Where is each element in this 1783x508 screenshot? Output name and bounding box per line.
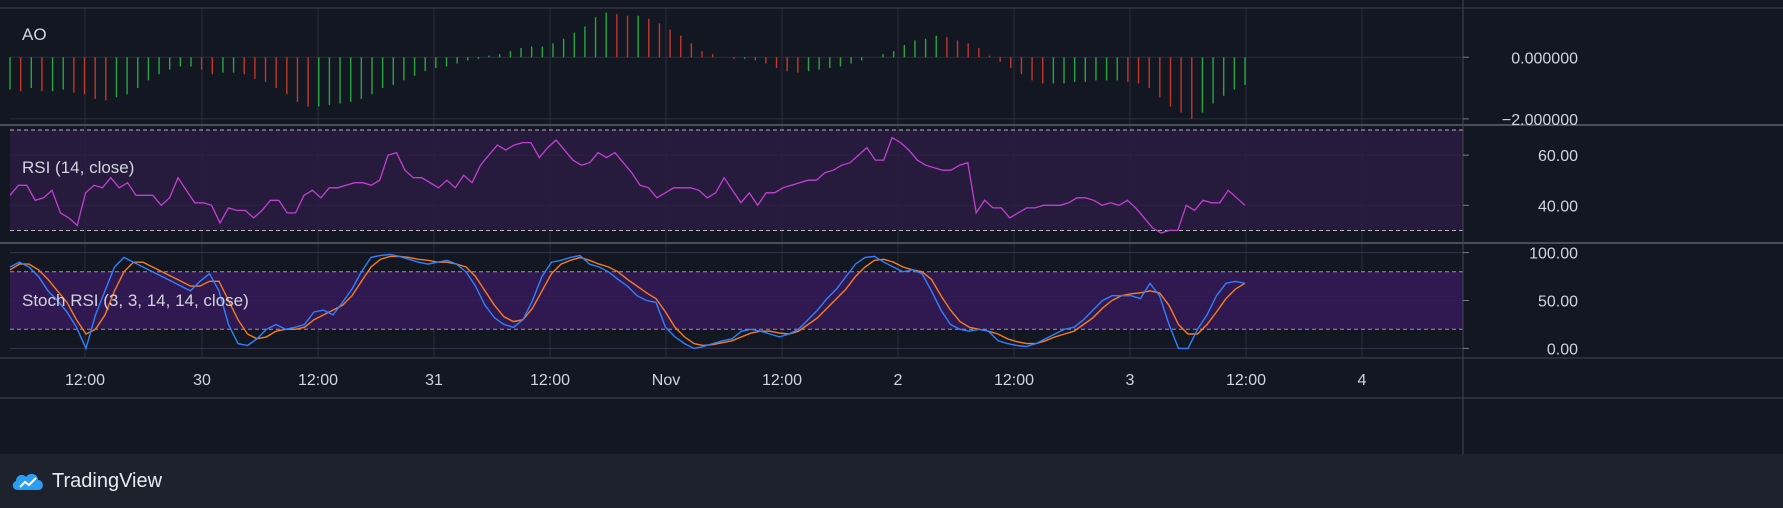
brand-name: TradingView <box>52 469 163 492</box>
chart-stage: 12:00 30 12:00 31 12:00 Nov 12:00 2 12:00 3 12:00 4… <box>0 0 1783 508</box>
cloud-icon <box>12 473 43 490</box>
x-tick-label: 12:00 <box>530 372 570 389</box>
stoch-y-tick-label: 50.00 <box>1538 294 1578 311</box>
x-tick-label: 12:00 <box>1226 372 1266 389</box>
x-tick-label: 12:00 <box>298 372 338 389</box>
ao-bars <box>9 12 1246 119</box>
ao-pane-label: AO <box>22 25 47 44</box>
stoch-y-tick-label: 0.00 <box>1547 341 1578 358</box>
rsi-y-tick-label: 40.00 <box>1538 198 1578 215</box>
indicator-chart[interactable]: 12:00 30 12:00 31 12:00 Nov 12:00 2 12:00 3 12:00 4… <box>0 0 1783 454</box>
x-tick-label: 12:00 <box>762 372 802 389</box>
x-tick-label: 12:00 <box>994 372 1034 389</box>
rsi-band-fill <box>10 130 1463 231</box>
ao-y-tick-label: 0.000000 <box>1511 50 1578 67</box>
x-tick-label: Nov <box>652 372 680 389</box>
rsi-y-tick-label: 60.00 <box>1538 148 1578 165</box>
footer-bar <box>0 454 1783 508</box>
x-tick-label: 4 <box>1358 372 1367 389</box>
x-tick-label: 30 <box>193 372 211 389</box>
tradingview-logo[interactable]: TradingView <box>10 468 162 494</box>
ao-y-tick-label: −2.000000 <box>1502 112 1578 129</box>
stoch-pane-label: Stoch RSI (3, 3, 14, 14, close) <box>22 291 249 310</box>
x-tick-label: 3 <box>1126 372 1135 389</box>
rsi-pane-label: RSI (14, close) <box>22 158 134 177</box>
x-tick-label: 31 <box>425 372 443 389</box>
x-tick-label: 12:00 <box>65 372 105 389</box>
x-tick-label: 2 <box>894 372 903 389</box>
stoch-y-tick-label: 100.00 <box>1529 246 1578 263</box>
